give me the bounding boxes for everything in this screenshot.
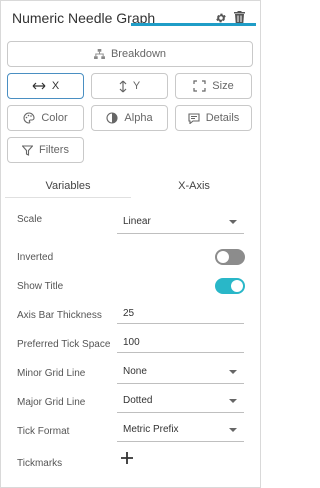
- chevron-down-icon: [229, 370, 237, 374]
- major-grid-line-value: Dotted: [123, 395, 153, 406]
- palette-icon: [23, 112, 35, 124]
- resize-corners-icon: [193, 80, 206, 92]
- filters-label: Filters: [39, 144, 69, 156]
- axis-bar-thickness-input[interactable]: 25: [117, 304, 244, 324]
- chevron-down-icon: [229, 220, 237, 224]
- tab-variables[interactable]: Variables: [5, 173, 131, 199]
- scale-value: Linear: [123, 216, 151, 227]
- alpha-button[interactable]: Alpha: [91, 105, 168, 131]
- tickmarks-label: Tickmarks: [17, 458, 63, 469]
- toggle-knob: [217, 251, 229, 263]
- axis-bar-thickness-label: Axis Bar Thickness: [17, 310, 102, 321]
- settings-panel: Numeric Needle Graph Breakdown X Y Size …: [0, 0, 261, 488]
- chevron-down-icon: [229, 428, 237, 432]
- horizontal-arrows-icon: [32, 82, 46, 90]
- y-label: Y: [132, 80, 141, 92]
- y-button[interactable]: Y: [91, 73, 168, 99]
- show-title-label: Show Title: [17, 281, 64, 292]
- color-button[interactable]: Color: [7, 105, 84, 131]
- inverted-toggle[interactable]: [215, 249, 245, 265]
- x-label: X: [51, 80, 60, 92]
- chevron-down-icon: [229, 399, 237, 403]
- inverted-label: Inverted: [17, 252, 54, 263]
- alpha-label: Alpha: [124, 112, 153, 124]
- toggle-knob: [231, 280, 243, 292]
- tab-divider: [5, 197, 131, 198]
- breakdown-button[interactable]: Breakdown: [7, 41, 253, 67]
- comment-icon: [188, 112, 200, 124]
- scale-label: Scale: [17, 214, 43, 225]
- alpha-icon: [106, 112, 118, 124]
- preferred-tick-space-label: Preferred Tick Space: [17, 339, 111, 350]
- size-label: Size: [212, 80, 234, 92]
- axis-bar-thickness-value: 25: [123, 308, 135, 319]
- tick-format-label: Tick Format: [17, 426, 70, 437]
- minor-grid-line-label: Minor Grid Line: [17, 368, 86, 379]
- details-button[interactable]: Details: [175, 105, 252, 131]
- minor-grid-line-dropdown[interactable]: None: [117, 360, 244, 384]
- add-tickmark-plus-icon[interactable]: [121, 452, 133, 464]
- minor-grid-line-value: None: [123, 366, 147, 377]
- x-button[interactable]: X: [7, 73, 84, 99]
- tick-format-value: Metric Prefix: [123, 424, 179, 435]
- preferred-tick-space-value: 100: [123, 337, 140, 348]
- filters-button[interactable]: Filters: [7, 137, 84, 163]
- preferred-tick-space-input[interactable]: 100: [117, 333, 244, 353]
- major-grid-line-dropdown[interactable]: Dotted: [117, 389, 244, 413]
- scale-dropdown[interactable]: Linear: [117, 210, 244, 234]
- filter-icon: [22, 144, 34, 156]
- hierarchy-icon: [94, 49, 105, 59]
- tab-bar: Variables X-Axis: [5, 173, 257, 199]
- active-tab-indicator: [131, 23, 256, 26]
- vertical-arrows-icon: [119, 80, 127, 92]
- tab-x-axis[interactable]: X-Axis: [131, 173, 257, 199]
- show-title-toggle[interactable]: [215, 278, 245, 294]
- tick-format-dropdown[interactable]: Metric Prefix: [117, 418, 244, 442]
- details-label: Details: [205, 112, 240, 124]
- color-label: Color: [41, 112, 68, 124]
- breakdown-label: Breakdown: [110, 48, 167, 60]
- major-grid-line-label: Major Grid Line: [17, 397, 86, 408]
- size-button[interactable]: Size: [175, 73, 252, 99]
